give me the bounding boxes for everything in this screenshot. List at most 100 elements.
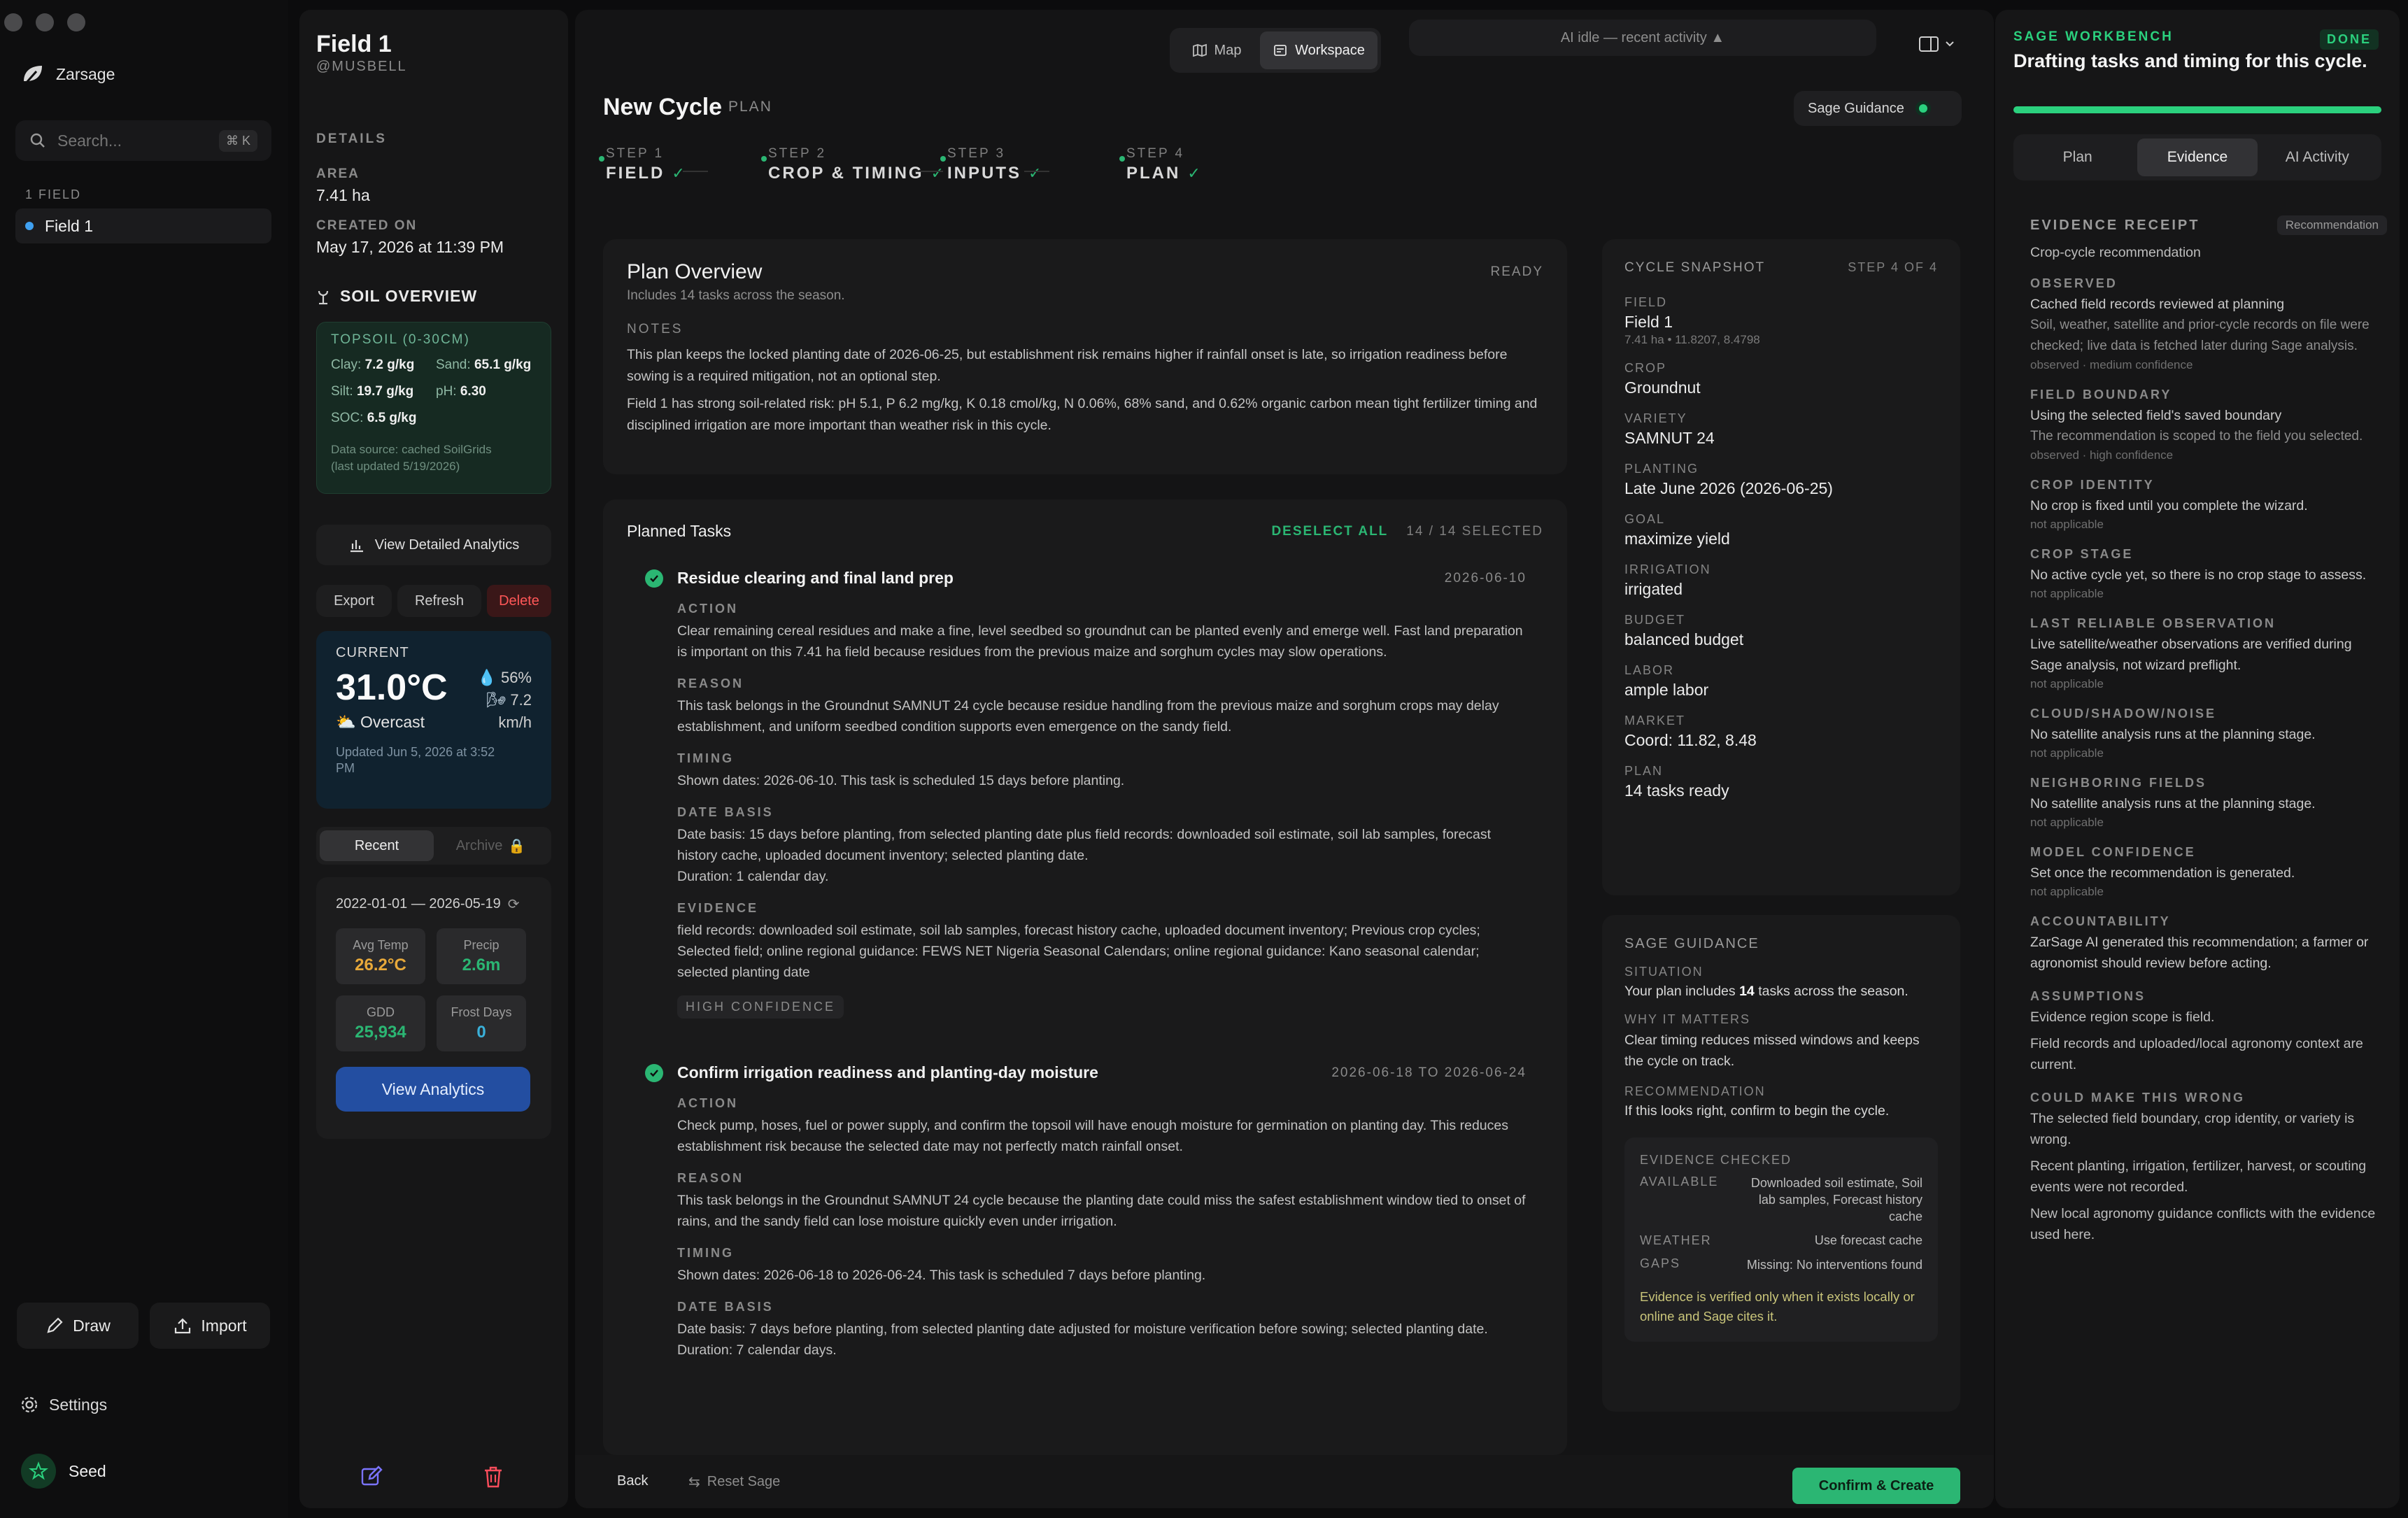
recommendation-label: RECOMMENDATION xyxy=(1624,1084,1766,1098)
evidence-section: CROP IDENTITY No crop is fixed until you … xyxy=(2030,478,2387,532)
history-card: 2022-01-01 — 2026-05-19 ⟳ Avg Temp 26.2°C P… xyxy=(316,877,551,1139)
window-minimize-button[interactable] xyxy=(36,13,54,31)
details-heading: DETAILS xyxy=(316,132,387,146)
step-number: STEP 1 xyxy=(606,146,665,161)
evidence-section: NEIGHBORING FIELDS No satellite analysis … xyxy=(2030,776,2387,830)
task-title: Residue clearing and final land prep xyxy=(677,569,954,587)
wind-unit: km/h xyxy=(498,714,532,731)
evidence-section: ACCOUNTABILITY ZarSage AI generated this … xyxy=(2030,914,2387,974)
step-title: PLAN ✓ xyxy=(1126,164,1203,183)
stat-label: GDD xyxy=(367,1005,395,1019)
task-item[interactable]: Confirm irrigation readiness and plantin… xyxy=(645,1063,1543,1361)
export-button[interactable]: Export xyxy=(316,585,392,617)
refresh-button[interactable]: Refresh xyxy=(397,585,481,617)
step-2[interactable]: STEP 2 CROP & TIMING ✓ xyxy=(761,146,946,183)
delete-button[interactable]: Delete xyxy=(487,585,551,617)
confirm-create-button[interactable]: Confirm & Create xyxy=(1792,1468,1960,1504)
sidebar-layout-icon xyxy=(1919,36,1939,52)
tab-workspace[interactable]: Workspace xyxy=(1260,31,1377,69)
snapshot-list: FIELD Field 1 7.41 ha • 11.8207, 8.4798 CRO… xyxy=(1624,295,1938,800)
assumption-item: Field records and uploaded/local agronom… xyxy=(2030,1036,2363,1072)
reset-sage-button[interactable]: ⇆ Reset Sage xyxy=(688,1473,780,1491)
view-detailed-analytics-button[interactable]: View Detailed Analytics xyxy=(316,525,551,565)
stat-grid: Avg Temp 26.2°C Precip 2.6m GDD 25,934 Frost D… xyxy=(336,928,532,1051)
app-logo[interactable]: Zarsage xyxy=(21,63,115,85)
tab-recent[interactable]: Recent xyxy=(320,830,434,861)
tab-archive[interactable]: Archive 🔒 xyxy=(434,830,548,861)
back-button[interactable]: Back xyxy=(617,1473,648,1489)
lock-icon: 🔒 xyxy=(508,838,526,854)
step-number: STEP 4 xyxy=(1126,146,1185,161)
draw-button[interactable]: Draw xyxy=(17,1303,139,1349)
edit-field-button[interactable] xyxy=(360,1465,383,1492)
sage-guidance-toggle[interactable]: Sage Guidance xyxy=(1794,91,1962,126)
weather-updated: Updated Jun 5, 2026 at 3:52 xyxy=(336,745,495,759)
window-zoom-button[interactable] xyxy=(67,13,85,31)
task-checkbox[interactable] xyxy=(645,1064,663,1082)
snapshot-key: BUDGET xyxy=(1624,613,1686,627)
snapshot-key: LABOR xyxy=(1624,663,1675,677)
step-connector xyxy=(683,171,708,172)
reset-icon: ⇆ xyxy=(688,1475,700,1490)
refresh-icon[interactable]: ⟳ xyxy=(508,895,520,913)
task-checkbox[interactable] xyxy=(645,569,663,588)
snapshot-item: FIELD Field 1 7.41 ha • 11.8207, 8.4798 xyxy=(1624,295,1938,347)
tab-map[interactable]: Map xyxy=(1173,31,1260,69)
reason-label: REASON xyxy=(677,1171,744,1185)
evidence-section-text: Cached field records reviewed at plannin… xyxy=(2030,297,2285,312)
settings-button[interactable]: Settings xyxy=(20,1395,107,1414)
task-item[interactable]: Residue clearing and final land prep 202… xyxy=(645,569,1543,1019)
stat-tile: Avg Temp 26.2°C xyxy=(336,928,425,984)
evidence-section-text: Using the selected field's saved boundar… xyxy=(2030,408,2282,423)
assumption-item: Evidence region scope is field. xyxy=(2030,1009,2215,1025)
view-analytics-button[interactable]: View Analytics xyxy=(336,1067,530,1112)
snapshot-item: PLAN 14 tasks ready xyxy=(1624,764,1938,800)
could-be-wrong-label: COULD MAKE THIS WRONG xyxy=(2030,1091,2245,1105)
sage-guidance-label: Sage Guidance xyxy=(1808,100,1904,116)
analytics-label: View Detailed Analytics xyxy=(374,537,520,553)
tab-ai-activity[interactable]: AI Activity xyxy=(2258,139,2377,176)
step-status-dot xyxy=(940,156,946,162)
user-menu[interactable]: Seed xyxy=(21,1454,106,1489)
notes-label: NOTES xyxy=(627,322,684,336)
tab-evidence[interactable]: Evidence xyxy=(2137,139,2258,176)
recommendation-text: If this looks right, confirm to begin th… xyxy=(1624,1103,1890,1119)
step-1[interactable]: STEP 1 FIELD ✓ xyxy=(599,146,687,183)
step-connector xyxy=(915,171,943,172)
search-box[interactable]: ⌘ K xyxy=(15,120,271,161)
snapshot-sub: 7.41 ha • 11.8207, 8.4798 xyxy=(1624,333,1760,346)
evidence-receipt: EVIDENCE RECEIPT Recommendation Crop-cyc… xyxy=(2030,215,2387,1245)
soil-card: TOPSOIL (0-30CM) Clay: 7.2 g/kg Sand: 65… xyxy=(316,322,551,494)
step-3[interactable]: STEP 3 INPUTS ✓ xyxy=(940,146,1043,183)
snapshot-key: PLANTING xyxy=(1624,462,1699,476)
evidence-note: Evidence is verified only when it exists… xyxy=(1640,1289,1915,1324)
reason-label: REASON xyxy=(677,676,744,690)
task-date-basis: Date basis: 15 days before planting, fro… xyxy=(677,827,1492,863)
app-name: Zarsage xyxy=(56,64,115,83)
topsoil-label: TOPSOIL (0-30CM) xyxy=(331,332,470,347)
action-label: ACTION xyxy=(677,1096,738,1110)
evidence-section-text: Set once the recommendation is generated… xyxy=(2030,865,2295,881)
sage-guidance-card: SAGE GUIDANCE SITUATION Your plan includ… xyxy=(1602,915,1960,1412)
evidence-section-label: LAST RELIABLE OBSERVATION xyxy=(2030,616,2276,630)
sage-guidance-title: SAGE GUIDANCE xyxy=(1624,936,1759,951)
plan-overview-title: Plan Overview xyxy=(627,260,763,283)
search-input[interactable] xyxy=(57,131,218,150)
ai-status-bar[interactable]: AI idle — recent activity ▲ xyxy=(1409,20,1876,56)
evidence-section-label: ACCOUNTABILITY xyxy=(2030,914,2171,928)
step-4[interactable]: STEP 4 PLAN ✓ xyxy=(1119,146,1203,183)
layout-toggle-button[interactable] xyxy=(1918,35,1955,53)
delete-field-button[interactable] xyxy=(483,1465,504,1492)
window-close-button[interactable] xyxy=(4,13,22,31)
tab-plan[interactable]: Plan xyxy=(2018,139,2137,176)
check-icon: ✓ xyxy=(672,164,687,182)
deselect-all-button[interactable]: DESELECT ALL xyxy=(1271,524,1388,539)
evidence-section-note: not applicable xyxy=(2030,746,2104,760)
import-button[interactable]: Import xyxy=(150,1303,270,1349)
sidebar-item-field-1[interactable]: Field 1 xyxy=(15,208,271,243)
workbench-title: Drafting tasks and timing for this cycle… xyxy=(2013,50,2367,71)
snapshot-value: irrigated xyxy=(1624,580,1683,598)
step-connector xyxy=(1024,171,1049,172)
stat-value: 0 xyxy=(476,1022,486,1042)
soil-source: Data source: cached SoilGrids xyxy=(331,443,492,456)
